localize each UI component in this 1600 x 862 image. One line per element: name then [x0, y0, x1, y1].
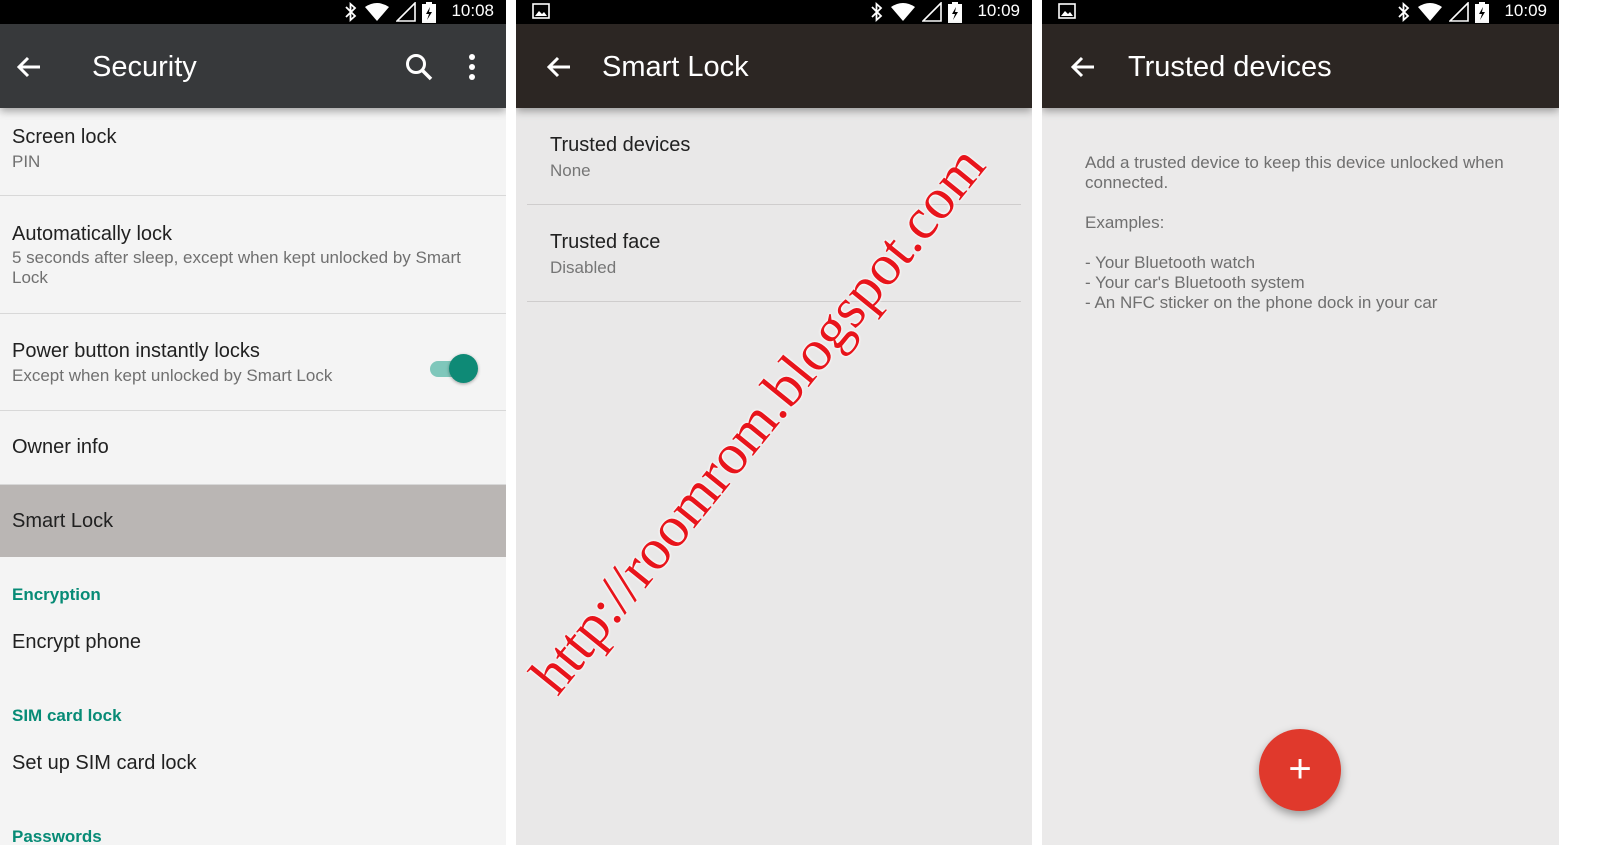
setting-smart-lock[interactable]: Smart Lock: [0, 485, 506, 557]
setting-title: Automatically lock: [12, 223, 173, 245]
setting-screen-lock[interactable]: Screen lock PIN: [0, 108, 506, 196]
bluetooth-icon: [1398, 2, 1410, 22]
cell-signal-icon: [1449, 2, 1469, 22]
toggle-thumb: [449, 354, 478, 383]
setting-title: Trusted face: [550, 231, 661, 253]
add-trusted-device-button[interactable]: +: [1259, 729, 1341, 811]
battery-charging-icon: [948, 1, 962, 23]
battery-charging-icon: [422, 1, 436, 23]
settings-list: Screen lock PIN Automatically lock 5 sec…: [0, 108, 506, 845]
page-title: Trusted devices: [1128, 51, 1332, 83]
app-toolbar: Smart Lock: [516, 24, 1032, 108]
section-header-passwords: Passwords: [12, 827, 102, 845]
setting-automatically-lock[interactable]: Automatically lock 5 seconds after sleep…: [0, 196, 506, 314]
trusted-devices-body: Add a trusted device to keep this device…: [1042, 108, 1559, 845]
back-arrow-icon[interactable]: [14, 52, 44, 82]
wifi-icon: [891, 3, 915, 21]
setting-summary: PIN: [12, 152, 41, 171]
status-time: 10:09: [977, 1, 1020, 20]
examples-label: Examples:: [1085, 213, 1165, 232]
status-bar: 10:08: [0, 0, 506, 24]
setting-title: Owner info: [12, 436, 109, 458]
status-icons: [1397, 1, 1489, 23]
setting-title: Power button instantly locks: [12, 340, 260, 362]
example-item: - Your car's Bluetooth system: [1085, 273, 1305, 292]
app-toolbar: Trusted devices: [1042, 24, 1559, 108]
status-time: 10:09: [1504, 1, 1547, 20]
status-bar: 10:09: [516, 0, 1032, 24]
page-title: Security: [92, 51, 197, 83]
battery-charging-icon: [1475, 1, 1489, 23]
status-icons: [870, 1, 962, 23]
section-header-sim-card-lock: SIM card lock: [12, 706, 122, 725]
setting-title: Screen lock: [12, 126, 117, 148]
cell-signal-icon: [922, 2, 942, 22]
setting-title: Smart Lock: [12, 510, 114, 532]
setting-title: Trusted devices: [550, 134, 691, 156]
back-arrow-icon[interactable]: [544, 52, 574, 82]
bluetooth-icon: [871, 2, 883, 22]
gallery-icon: [1058, 3, 1076, 19]
page-title: Smart Lock: [602, 51, 749, 83]
wifi-icon: [1418, 3, 1442, 21]
setting-owner-info[interactable]: Owner info: [0, 411, 506, 485]
power-button-toggle[interactable]: [430, 353, 478, 383]
app-toolbar: Security: [0, 24, 506, 108]
setting-summary: Disabled: [550, 258, 617, 277]
search-icon[interactable]: [404, 52, 434, 82]
setting-encrypt-phone[interactable]: Encrypt phone: [12, 631, 141, 654]
wifi-icon: [365, 3, 389, 21]
setting-power-button-locks[interactable]: Power button instantly locks Except when…: [0, 314, 506, 411]
status-icons: [344, 1, 436, 23]
security-screen: 10:08 Security Screen lock PIN Automatic…: [0, 0, 506, 845]
example-item: - An NFC sticker on the phone dock in yo…: [1085, 293, 1438, 312]
cell-signal-icon: [396, 2, 416, 22]
bluetooth-icon: [345, 2, 357, 22]
section-header-encryption: Encryption: [12, 585, 101, 604]
back-arrow-icon[interactable]: [1068, 52, 1098, 82]
setting-sim-card-lock[interactable]: Set up SIM card lock: [12, 752, 197, 775]
example-item: - Your Bluetooth watch: [1085, 253, 1256, 272]
setting-summary: 5 seconds after sleep, except when kept …: [12, 248, 461, 287]
trusted-devices-screen: 10:09 Trusted devices Add a trusted devi…: [1042, 0, 1559, 845]
status-bar: 10:09: [1042, 0, 1559, 24]
gallery-icon: [532, 3, 550, 19]
more-vert-icon[interactable]: [462, 52, 482, 82]
setting-summary: None: [550, 161, 591, 180]
setting-summary: Except when kept unlocked by Smart Lock: [12, 366, 333, 385]
status-time: 10:08: [451, 1, 494, 20]
intro-text: Add a trusted device to keep this device…: [1085, 153, 1504, 192]
